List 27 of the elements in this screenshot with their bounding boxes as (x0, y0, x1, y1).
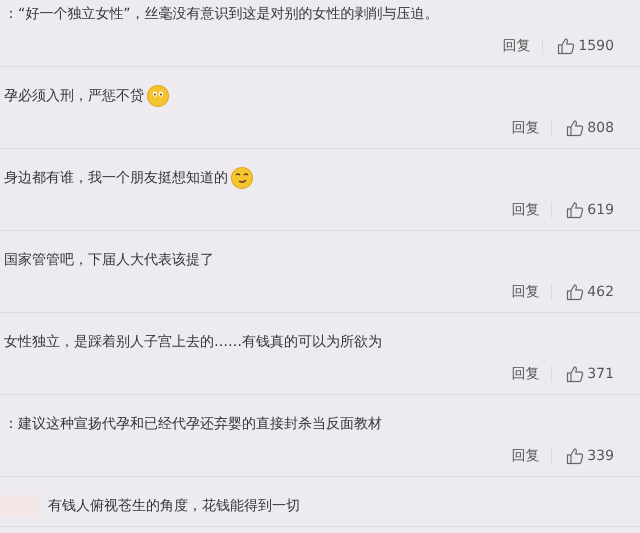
reply-link[interactable]: 回复 (511, 283, 540, 301)
reply-link[interactable]: 回复 (502, 37, 530, 55)
comment-text: 女性独立，是踩着别人子宫上去的……有钱真的可以为所欲为 (4, 333, 382, 352)
comment-text: ：建议这种宣扬代孕和已经代孕还弃婴的直接封杀当反面教材 (4, 415, 382, 434)
like-button[interactable]: 1590 (557, 37, 614, 55)
comment-text: 国家管管吧，下届人大代表该提了 (4, 251, 214, 270)
like-button[interactable]: 619 (566, 201, 614, 219)
like-button[interactable]: 371 (566, 365, 614, 383)
thumbs-up-icon (566, 201, 584, 219)
smiley-icon (147, 85, 169, 107)
like-button[interactable]: 462 (566, 283, 614, 301)
reply-link[interactable]: 回复 (511, 201, 540, 219)
like-button[interactable]: 339 (566, 447, 614, 465)
reply-link[interactable]: 回复 (511, 447, 540, 465)
reply-link[interactable]: 回复 (511, 365, 540, 383)
thumbs-up-icon (566, 447, 584, 465)
thumbs-up-icon (566, 365, 584, 383)
thumbs-up-icon (557, 37, 576, 55)
like-button[interactable]: 808 (566, 119, 614, 137)
comment-text: 身边都有谁，我一个朋友挺想知道的 (4, 169, 228, 188)
thumbs-up-icon (566, 283, 584, 301)
thumbs-up-icon (566, 119, 584, 137)
comment-text: 孕必须入刑，严惩不贷 (4, 87, 144, 106)
reply-link[interactable]: 回复 (511, 119, 540, 137)
comment-text: 有钱人俯视苍生的角度，花钱能得到一切 (48, 497, 300, 516)
comment-text: ：“好一个独立女性”，丝毫没有意识到这是对别的女性的剥削与压迫。 (4, 5, 439, 24)
grinning-icon (231, 167, 253, 189)
